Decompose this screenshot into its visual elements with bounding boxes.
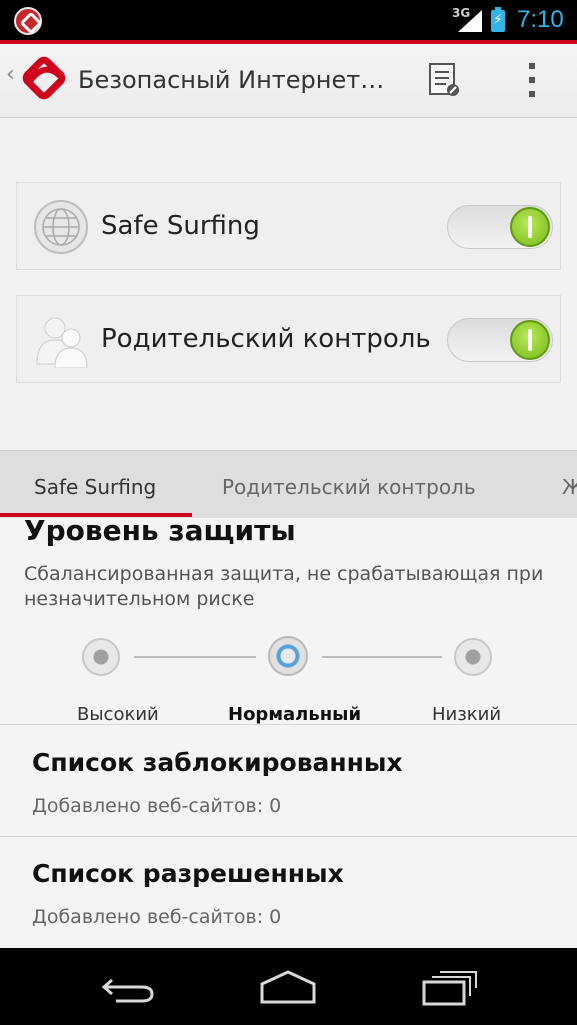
overflow-menu-icon[interactable]	[518, 58, 546, 102]
allowed-list-title[interactable]: Список разрешенных	[32, 859, 344, 888]
log-icon[interactable]	[424, 60, 464, 100]
level-high-radio[interactable]	[82, 638, 120, 676]
safe-surfing-label: Safe Surfing	[101, 211, 260, 241]
switch-on-knob	[510, 207, 550, 247]
switch-on-knob	[510, 320, 550, 360]
blocked-list-title[interactable]: Список заблокированных	[32, 748, 403, 777]
divider	[0, 836, 577, 837]
globe-icon	[34, 200, 88, 254]
protection-level-title: Уровень защиты	[24, 518, 296, 547]
tab-bar: Safe Surfing Родительский контроль Ж	[0, 450, 577, 518]
main-toggles: Safe Surfing Родительский контроль	[0, 118, 577, 450]
divider	[0, 724, 577, 725]
slider-track	[134, 656, 256, 658]
allowed-list-count: Добавлено веб-сайтов: 0	[32, 906, 282, 928]
safe-surfing-panel: Уровень защиты Сбалансированная защита, …	[0, 518, 577, 948]
safe-surfing-switch[interactable]	[447, 205, 553, 249]
system-nav-bar	[0, 948, 577, 1025]
recent-apps-icon[interactable]	[420, 968, 480, 1006]
signal-icon	[458, 10, 482, 32]
tab-selected-indicator	[0, 513, 192, 517]
level-low-label: Низкий	[432, 704, 502, 725]
page-title: Безопасный Интернет…	[78, 66, 385, 94]
level-normal-label: Нормальный	[228, 704, 362, 725]
app-notification-icon	[14, 7, 42, 35]
level-low-radio[interactable]	[454, 638, 492, 676]
action-bar: ‹ Безопасный Интернет…	[0, 40, 577, 118]
safe-surfing-toggle-row[interactable]: Safe Surfing	[16, 182, 561, 270]
app-logo-icon[interactable]	[20, 54, 68, 102]
users-icon	[36, 317, 88, 368]
status-bar: 3G ⚡ 7:10	[0, 0, 577, 40]
slider-track	[322, 656, 442, 658]
tab-safe-surfing[interactable]: Safe Surfing	[34, 475, 156, 499]
level-normal-radio[interactable]	[268, 636, 308, 676]
parental-control-switch[interactable]	[447, 318, 553, 362]
back-icon[interactable]	[98, 968, 158, 1006]
tab-next[interactable]: Ж	[562, 475, 577, 499]
battery-charging-icon: ⚡	[491, 7, 505, 32]
parental-control-toggle-row[interactable]: Родительский контроль	[16, 295, 561, 383]
protection-level-description: Сбалансированная защита, не срабатывающа…	[24, 563, 544, 610]
clock: 7:10	[517, 6, 564, 33]
tab-parental-control[interactable]: Родительский контроль	[222, 475, 476, 499]
home-icon[interactable]	[258, 968, 318, 1006]
blocked-list-count: Добавлено веб-сайтов: 0	[32, 795, 282, 817]
parental-control-label: Родительский контроль	[101, 324, 431, 354]
level-high-label: Высокий	[77, 704, 159, 725]
up-caret-icon[interactable]: ‹	[6, 62, 15, 87]
protection-level-slider[interactable]: Высокий Нормальный Низкий	[0, 636, 577, 725]
